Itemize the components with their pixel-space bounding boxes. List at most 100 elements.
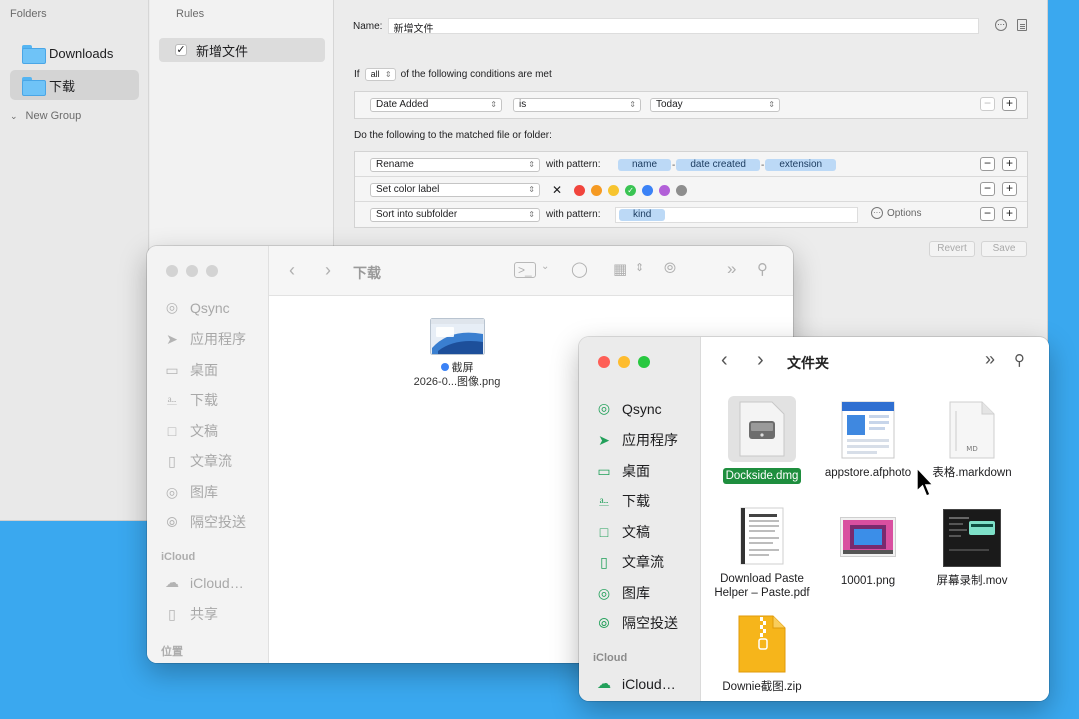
file-item[interactable]: Dockside.dmg <box>709 396 815 484</box>
remove-action-button[interactable]: − <box>980 182 995 196</box>
screenshot-thumbnail <box>429 318 485 355</box>
add-action-button[interactable]: + <box>1002 182 1017 196</box>
color-blue-swatch[interactable] <box>642 184 654 196</box>
action-select[interactable]: Rename <box>370 158 540 172</box>
folder-item-downloads[interactable]: Downloads <box>10 38 139 68</box>
more-toolbar-icon[interactable]: » <box>985 349 995 370</box>
sidebar-item-label: 文章流 <box>190 453 232 469</box>
grid-view-icon[interactable]: ▦ <box>613 260 627 278</box>
sidebar-item-applications[interactable]: ➤ 应用程序 <box>163 329 246 349</box>
sidebar-item-shared[interactable]: ▯ 共享 <box>163 604 218 624</box>
color-gray-swatch[interactable] <box>676 184 688 196</box>
sidebar-item-articles[interactable]: ▯ 文章流 <box>595 552 664 572</box>
sidebar-item-documents[interactable]: □ 文稿 <box>595 522 650 542</box>
sidebar-item-desktop[interactable]: ▭ 桌面 <box>595 461 650 481</box>
more-options-icon[interactable]: ··· <box>995 19 1007 31</box>
pattern-token[interactable]: kind <box>619 209 666 221</box>
folders-pane: Folders Downloads 下载 ⌄ New Group <box>0 0 149 520</box>
folder-label: Downloads <box>49 45 114 61</box>
action-row-sort: Sort into subfolder with pattern: kind ·… <box>355 202 1027 227</box>
sidebar-item-articles[interactable]: ▯ 文章流 <box>163 451 232 471</box>
add-action-button[interactable]: + <box>1002 157 1017 171</box>
file-item[interactable]: 屏幕录制.mov <box>919 509 1025 589</box>
zoom-button[interactable] <box>638 356 650 368</box>
sidebar-item-airdrop[interactable]: ⦾ 隔空投送 <box>595 613 678 633</box>
finder-sidebar: ◎ Qsync ➤ 应用程序 ▭ 桌面 ⎁ 下载 □ 文稿 ▯ 文章流 ◎ 图库 ⦾ 隔空投送 … <box>147 246 269 663</box>
sidebar-item-downloads[interactable]: ⎁ 下载 <box>163 390 218 410</box>
sidebar-item-airdrop[interactable]: ⦾ 隔空投送 <box>163 512 246 532</box>
sidebar-item-qsync[interactable]: ◎ Qsync <box>595 400 662 417</box>
action-select[interactable]: Set color label <box>370 183 540 197</box>
zoom-button[interactable] <box>206 265 218 277</box>
sidebar-item-label: 图库 <box>622 585 650 601</box>
back-icon[interactable]: ‹ <box>721 349 728 372</box>
color-green-swatch[interactable]: ✓ <box>625 184 637 196</box>
close-button[interactable] <box>598 356 610 368</box>
file-item[interactable]: appstore.afphoto <box>815 401 921 481</box>
new-group-button[interactable]: ⌄ New Group <box>10 110 81 122</box>
add-condition-button[interactable]: + <box>1002 97 1017 111</box>
forward-icon[interactable]: › <box>325 260 331 281</box>
chevron-down-icon[interactable]: ⌄ <box>541 261 549 272</box>
remove-action-button[interactable]: − <box>980 157 995 171</box>
condition-attribute-select[interactable]: Date Added <box>370 98 502 112</box>
color-purple-swatch[interactable] <box>659 184 671 196</box>
file-item[interactable]: Download Paste Helper – Paste.pdf <box>709 507 815 601</box>
color-red-swatch[interactable] <box>574 184 586 196</box>
sidebar-item-label: 文稿 <box>190 423 218 439</box>
back-icon[interactable]: ‹ <box>289 260 295 281</box>
action-select[interactable]: Sort into subfolder <box>370 208 540 222</box>
rule-item[interactable]: ✓ 新增文件 <box>159 38 325 62</box>
more-toolbar-icon[interactable]: » <box>727 259 736 279</box>
minimize-button[interactable] <box>618 356 630 368</box>
pattern-token[interactable]: name <box>618 159 672 171</box>
file-thumbnail: MD <box>949 401 995 459</box>
forward-icon[interactable]: › <box>757 349 764 372</box>
sidebar-item-icloud[interactable]: ☁ iCloud… <box>595 675 676 692</box>
no-color-icon[interactable]: ✕ <box>552 183 562 197</box>
close-button[interactable] <box>166 265 178 277</box>
condition-operator-select[interactable]: is <box>513 98 641 112</box>
rule-enabled-checkbox[interactable]: ✓ <box>175 44 187 56</box>
pattern-token[interactable]: date created <box>676 159 760 171</box>
pattern-token[interactable]: extension <box>765 159 837 171</box>
sidebar-item-qsync[interactable]: ◎ Qsync <box>163 299 230 316</box>
sort-icon[interactable]: ⇕ <box>635 261 644 274</box>
sidebar-item-applications[interactable]: ➤ 应用程序 <box>595 430 678 450</box>
sidebar-item-label: 应用程序 <box>190 331 246 347</box>
color-orange-swatch[interactable] <box>591 184 603 196</box>
options-button[interactable]: ··· Options <box>871 207 921 219</box>
sidebar-item-photos[interactable]: ◎ 图库 <box>595 583 650 603</box>
desktop-icon: ▭ <box>165 361 179 378</box>
terminal-icon[interactable]: >_ <box>514 262 536 278</box>
subfolder-pattern-field[interactable]: kind <box>615 207 858 223</box>
file-item[interactable]: Downie截图.zip <box>709 615 815 695</box>
sidebar-item-documents[interactable]: □ 文稿 <box>163 421 218 441</box>
document-icon[interactable] <box>1017 19 1027 31</box>
mov-file-icon <box>943 509 1001 567</box>
quantifier-select[interactable]: all <box>364 68 396 81</box>
file-item[interactable]: 截屏 2026-0...图像.png <box>404 318 510 389</box>
folder-label: 下载 <box>49 78 76 94</box>
color-yellow-swatch[interactable] <box>608 184 620 196</box>
remove-condition-button[interactable]: − <box>980 97 995 111</box>
file-item[interactable]: 10001.png <box>815 517 921 589</box>
sidebar-item-downloads[interactable]: ⎁ 下载 <box>595 491 650 511</box>
blue-tag-dot <box>440 363 449 371</box>
search-icon[interactable]: ⚲ <box>757 260 768 278</box>
search-icon[interactable]: ⚲ <box>1014 351 1025 369</box>
rule-name-field[interactable]: 新增文件 <box>388 18 980 35</box>
revert-button[interactable]: Revert <box>929 241 975 257</box>
save-button[interactable]: Save <box>981 241 1027 257</box>
folder-item-xiazai[interactable]: 下载 <box>10 70 139 100</box>
remove-action-button[interactable]: − <box>980 207 995 221</box>
sidebar-item-photos[interactable]: ◎ 图库 <box>163 482 218 502</box>
add-action-button[interactable]: + <box>1002 207 1017 221</box>
condition-value-select[interactable]: Today <box>650 98 780 112</box>
airdrop-icon[interactable]: ⦾ <box>664 260 676 277</box>
sidebar-item-desktop[interactable]: ▭ 桌面 <box>163 360 218 380</box>
sidebar-item-icloud[interactable]: ☁ iCloud… <box>163 574 244 591</box>
tag-icon[interactable]: ◯ <box>571 260 588 278</box>
minimize-button[interactable] <box>186 265 198 277</box>
rename-pattern-field[interactable]: name - date created - extension <box>615 157 857 173</box>
